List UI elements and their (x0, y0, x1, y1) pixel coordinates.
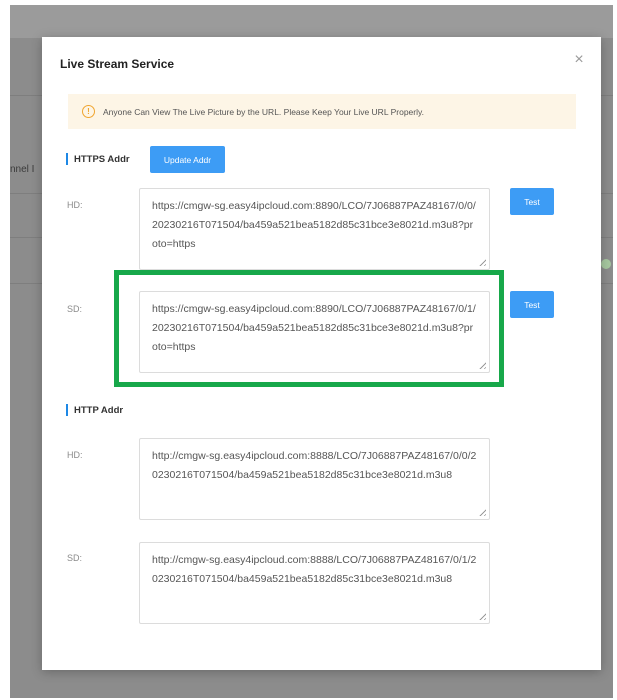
section-marker (66, 404, 68, 416)
https-sd-test-button[interactable]: Test (510, 291, 554, 318)
https-sd-label: SD: (67, 304, 83, 314)
http-hd-url-text: http://cmgw-sg.easy4ipcloud.com:8888/LCO… (152, 450, 477, 481)
http-hd-label: HD: (67, 450, 83, 460)
live-stream-dialog: Live Stream Service × ! Anyone Can View … (42, 37, 601, 670)
notice-text: Anyone Can View The Live Picture by the … (103, 106, 424, 117)
http-hd-url-field[interactable]: http://cmgw-sg.easy4ipcloud.com:8888/LCO… (139, 438, 490, 520)
http-sd-url-text: http://cmgw-sg.easy4ipcloud.com:8888/LCO… (152, 554, 477, 585)
notice-banner: ! Anyone Can View The Live Picture by th… (68, 94, 576, 129)
http-section-header: HTTP Addr (66, 404, 123, 416)
update-addr-button[interactable]: Update Addr (150, 146, 225, 173)
https-sd-url-field[interactable]: https://cmgw-sg.easy4ipcloud.com:8890/LC… (139, 291, 490, 373)
section-marker (66, 153, 68, 165)
warning-circle-icon: ! (82, 105, 95, 118)
http-sd-label: SD: (67, 553, 83, 563)
https-sd-url-text: https://cmgw-sg.easy4ipcloud.com:8890/LC… (152, 303, 476, 353)
https-hd-url-field[interactable]: https://cmgw-sg.easy4ipcloud.com:8890/LC… (139, 188, 490, 270)
https-section-header: HTTPS Addr (66, 153, 130, 165)
close-icon[interactable]: × (572, 52, 586, 68)
resize-handle-icon[interactable] (477, 507, 486, 516)
http-sd-url-field[interactable]: http://cmgw-sg.easy4ipcloud.com:8888/LCO… (139, 542, 490, 624)
resize-handle-icon[interactable] (477, 360, 486, 369)
https-hd-label: HD: (67, 200, 83, 210)
https-section-label: HTTPS Addr (74, 153, 130, 165)
resize-handle-icon[interactable] (477, 257, 486, 266)
resize-handle-icon[interactable] (477, 611, 486, 620)
dialog-title: Live Stream Service (60, 57, 175, 71)
background-column-label: nnel I (10, 164, 35, 175)
http-section-label: HTTP Addr (74, 404, 124, 416)
https-hd-url-text: https://cmgw-sg.easy4ipcloud.com:8890/LC… (152, 200, 476, 250)
background-status-dot (601, 259, 611, 269)
background-header (10, 5, 613, 38)
https-hd-test-button[interactable]: Test (510, 188, 554, 215)
